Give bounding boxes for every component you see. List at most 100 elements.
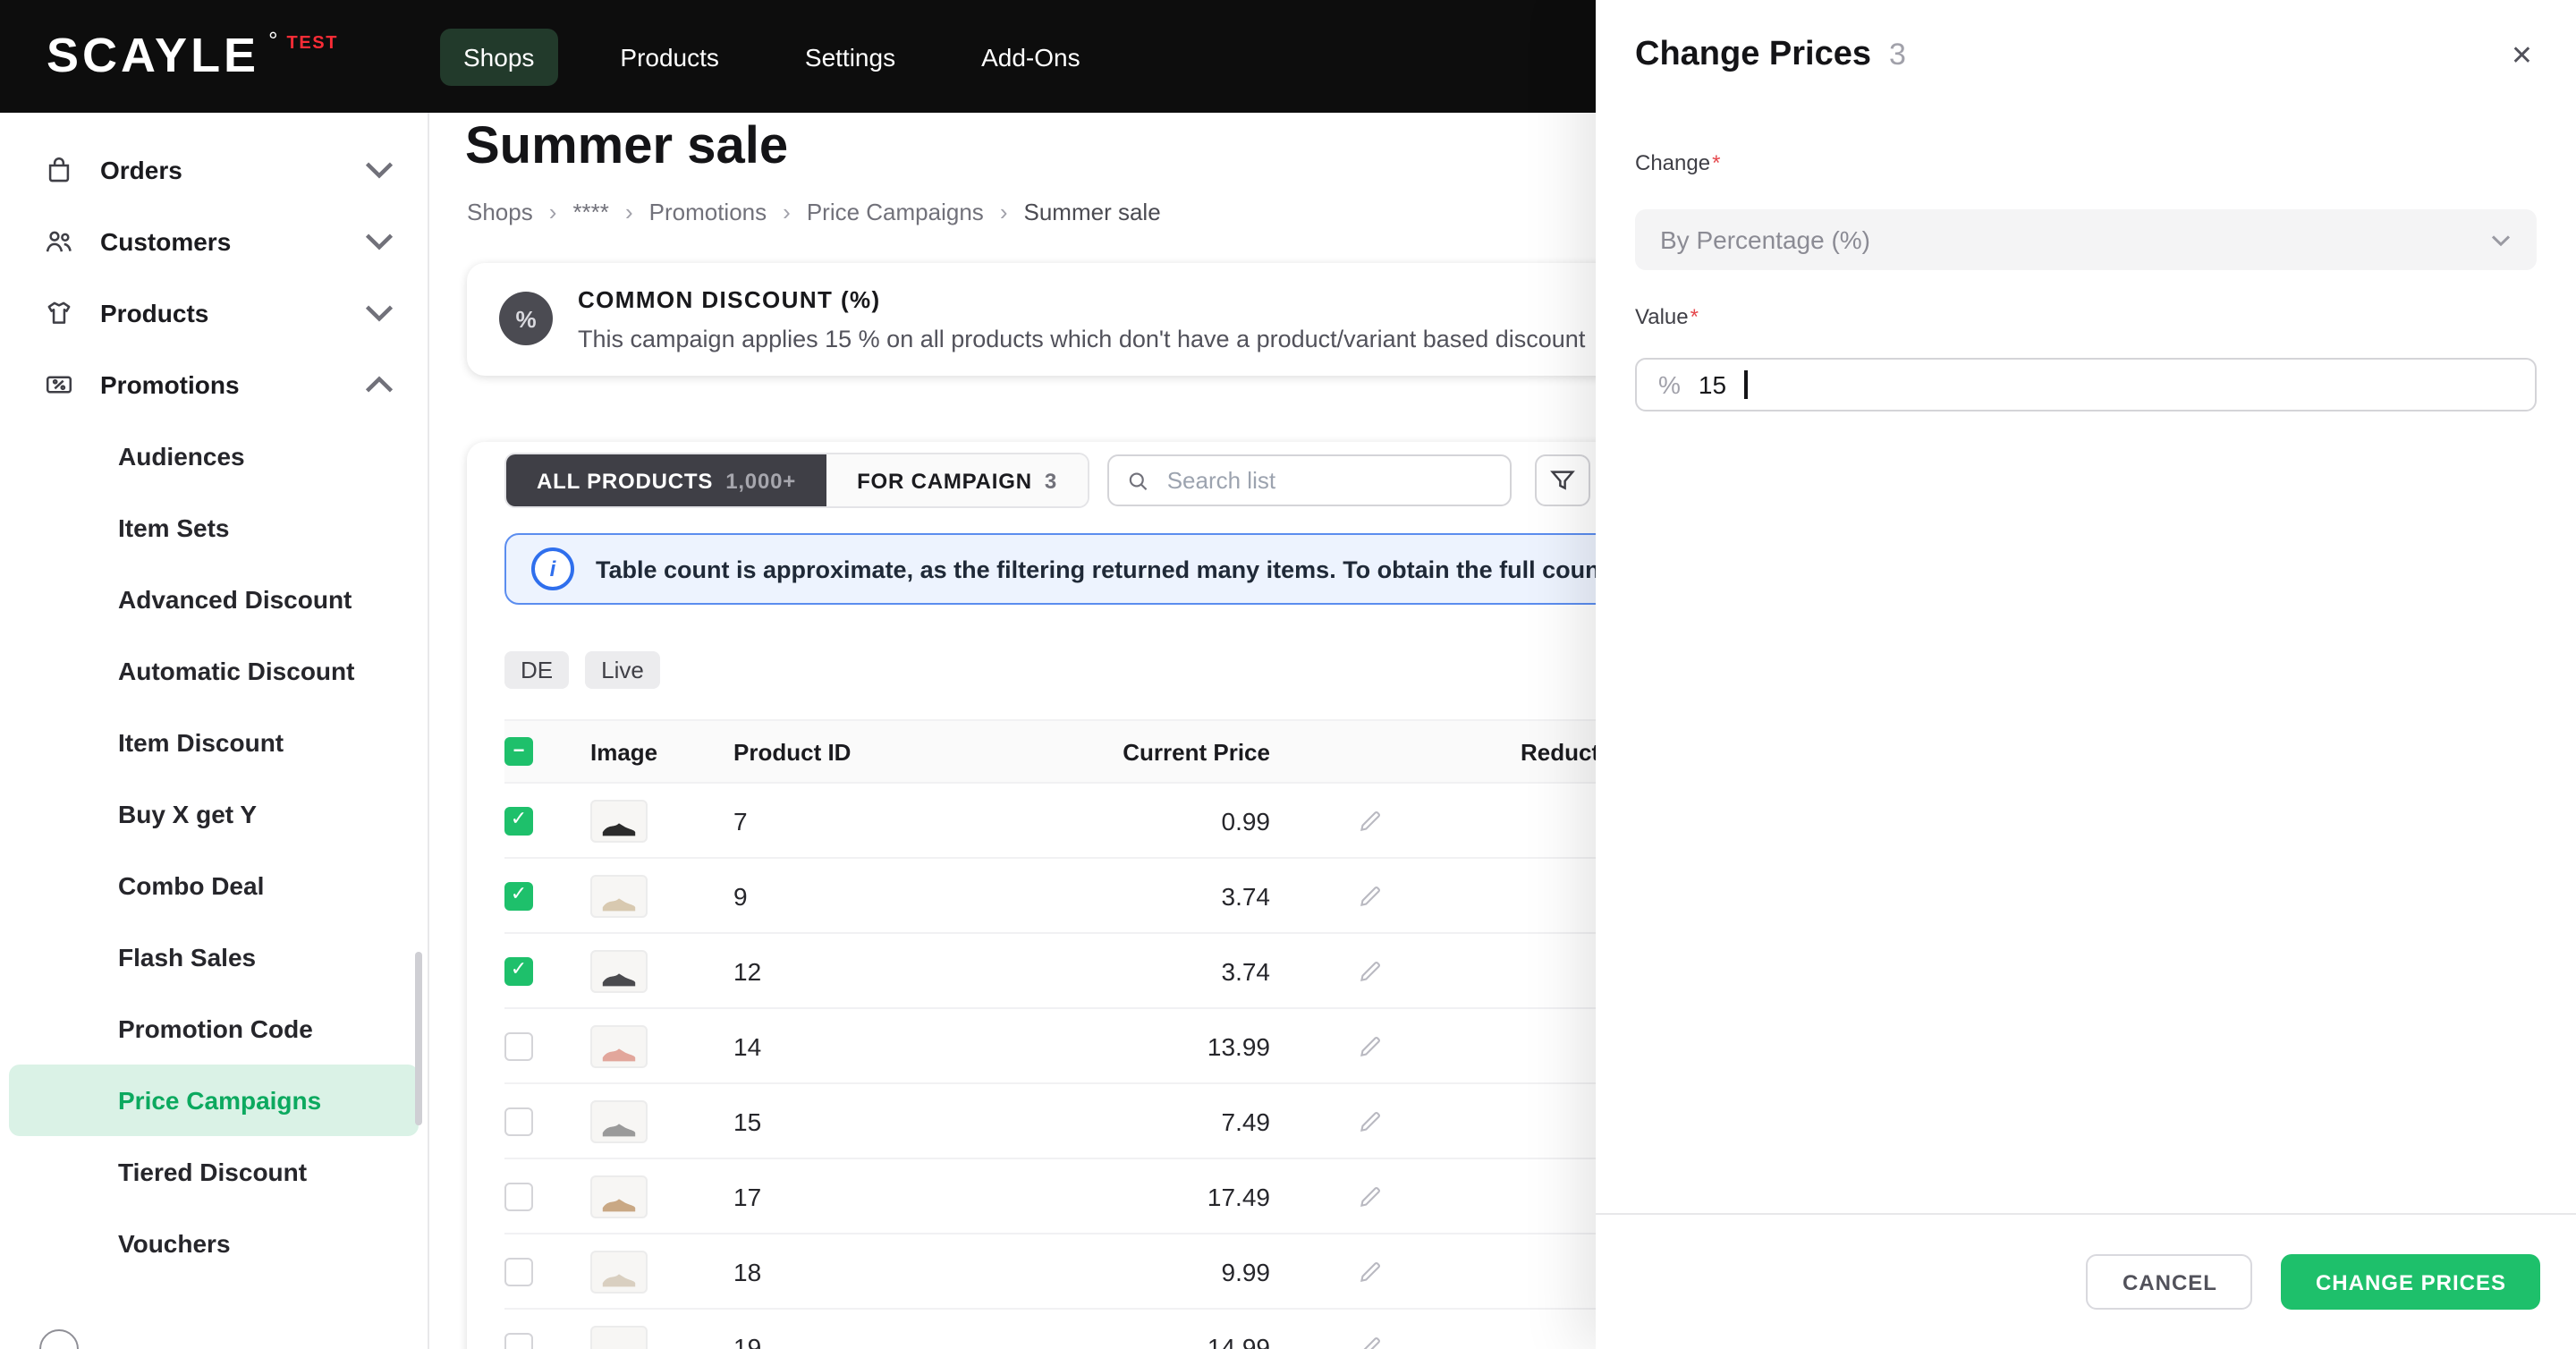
tab-all-products[interactable]: ALL PRODUCTS 1,000+ <box>506 454 827 506</box>
promotions-icon <box>46 376 72 394</box>
chevron-down-icon <box>2491 234 2511 246</box>
edit-price-icon[interactable] <box>1277 1033 1463 1058</box>
breadcrumb-price-campaigns[interactable]: Price Campaigns <box>807 198 984 225</box>
value-field-label: Value * <box>1635 304 2537 329</box>
sidebar-item-vouchers[interactable]: Vouchers <box>0 1208 428 1279</box>
row-checkbox[interactable] <box>504 1257 533 1285</box>
main-content: Summer sale Shops › **** › Promotions › … <box>429 113 1789 1349</box>
edit-price-icon[interactable] <box>1277 883 1463 908</box>
edit-price-icon[interactable] <box>1277 808 1463 833</box>
percent-icon: % <box>1658 370 1681 399</box>
row-checkbox[interactable] <box>504 1182 533 1210</box>
edit-price-icon[interactable] <box>1277 958 1463 983</box>
product-image <box>590 799 648 842</box>
chip-country[interactable]: DE <box>504 651 570 689</box>
table-row: ✓ 9 3.74 <box>504 859 1757 934</box>
topnav-settings[interactable]: Settings <box>782 28 919 85</box>
row-checkbox[interactable]: ✓ <box>504 956 533 985</box>
value-input[interactable]: % 15 <box>1635 358 2537 411</box>
sidebar-item-advanced-discount[interactable]: Advanced Discount <box>0 564 428 635</box>
text-caret <box>1744 370 1748 399</box>
table-row: ✓ 7 0.99 <box>504 784 1757 859</box>
topnav-shops[interactable]: Shops <box>440 28 558 85</box>
chip-live[interactable]: Live <box>585 651 660 689</box>
breadcrumb: Shops › **** › Promotions › Price Campai… <box>467 197 1789 225</box>
table-row: 19 14.99 <box>504 1310 1757 1349</box>
sidebar: Orders Customers Products Promotions Aud… <box>0 113 429 1349</box>
sidebar-item-flash-sales[interactable]: Flash Sales <box>0 921 428 993</box>
products-table-card: ALL PRODUCTS 1,000+ FOR CAMPAIGN 3 Searc… <box>467 442 1757 1349</box>
edit-price-icon[interactable] <box>1277 1259 1463 1284</box>
sidebar-item-orders[interactable]: Orders <box>0 134 428 206</box>
sidebar-item-tiered-discount[interactable]: Tiered Discount <box>0 1136 428 1208</box>
shoe-thumbnail-icon <box>597 815 640 840</box>
current-price: 9.99 <box>1221 1257 1271 1285</box>
product-image <box>590 1250 648 1293</box>
row-checkbox[interactable] <box>504 1332 533 1349</box>
row-checkbox[interactable] <box>504 1031 533 1060</box>
sidebar-item-combo-deal[interactable]: Combo Deal <box>0 850 428 921</box>
table-row: 18 9.99 <box>504 1234 1757 1310</box>
cancel-button[interactable]: CANCEL <box>2086 1254 2253 1310</box>
shoe-thumbnail-icon <box>597 1266 640 1291</box>
row-checkbox[interactable]: ✓ <box>504 806 533 835</box>
panel-selected-count: 3 <box>1889 38 1906 72</box>
shoe-thumbnail-icon <box>597 965 640 990</box>
sidebar-item-item-sets[interactable]: Item Sets <box>0 492 428 564</box>
breadcrumb-shops[interactable]: Shops <box>467 198 533 225</box>
table-header-row: − Image Product ID Current Price Reducti… <box>504 719 1757 784</box>
panel-header: Change Prices 3 ✕ <box>1596 0 2576 100</box>
tab-for-campaign[interactable]: FOR CAMPAIGN 3 <box>826 454 1089 506</box>
search-box <box>1107 454 1513 506</box>
chevron-down-icon <box>363 154 395 186</box>
sidebar-item-item-discount[interactable]: Item Discount <box>0 707 428 778</box>
env-badge: TEST <box>286 34 339 54</box>
sidebar-item-promotion-code[interactable]: Promotion Code <box>0 993 428 1065</box>
customers-icon <box>46 231 72 252</box>
change-type-select[interactable]: By Percentage (%) <box>1635 209 2537 270</box>
table-count-banner: i Table count is approximate, as the fil… <box>504 533 1685 605</box>
tab-count: 1,000+ <box>725 468 797 493</box>
select-all-checkbox[interactable]: − <box>504 737 533 766</box>
column-header-image: Image <box>590 738 658 765</box>
breadcrumb-promotions[interactable]: Promotions <box>649 198 767 225</box>
row-checkbox[interactable]: ✓ <box>504 881 533 910</box>
top-navigation: Shops Products Settings Add-Ons <box>440 28 1104 85</box>
current-price: 7.49 <box>1221 1107 1271 1135</box>
product-id: 9 <box>733 881 748 910</box>
edit-price-icon[interactable] <box>1277 1184 1463 1209</box>
sidebar-item-promotions[interactable]: Promotions <box>0 349 428 420</box>
search-input[interactable] <box>1163 465 1493 496</box>
product-id: 17 <box>733 1182 762 1210</box>
breadcrumb-shop-name[interactable]: **** <box>572 198 609 225</box>
sidebar-item-automatic-discount[interactable]: Automatic Discount <box>0 635 428 707</box>
search-icon <box>1129 471 1148 490</box>
breadcrumb-separator-icon: › <box>783 198 791 225</box>
table-tabs: ALL PRODUCTS 1,000+ FOR CAMPAIGN 3 <box>504 453 1090 508</box>
topnav-addons[interactable]: Add-Ons <box>958 28 1104 85</box>
edit-price-icon[interactable] <box>1277 1334 1463 1349</box>
filter-button[interactable] <box>1535 454 1591 506</box>
sidebar-item-audiences[interactable]: Audiences <box>0 420 428 492</box>
sidebar-item-products[interactable]: Products <box>0 277 428 349</box>
sidebar-item-label: Promotions <box>100 370 240 399</box>
close-icon[interactable]: ✕ <box>2511 42 2533 69</box>
product-id: 15 <box>733 1107 762 1135</box>
sidebar-item-price-campaigns[interactable]: Price Campaigns <box>9 1065 419 1136</box>
sidebar-scrollbar[interactable] <box>415 952 422 1125</box>
discount-card-title: COMMON DISCOUNT (%) <box>578 286 881 313</box>
brand-logo[interactable]: SCAYLE ° TEST <box>0 29 429 81</box>
row-checkbox[interactable] <box>504 1107 533 1135</box>
topnav-products[interactable]: Products <box>597 28 742 85</box>
change-prices-button[interactable]: CHANGE PRICES <box>2281 1254 2540 1310</box>
help-icon[interactable] <box>39 1329 79 1349</box>
panel-footer: CANCEL CHANGE PRICES <box>1596 1213 2576 1349</box>
sidebar-item-customers[interactable]: Customers <box>0 206 428 277</box>
current-price: 14.99 <box>1207 1332 1270 1349</box>
column-header-product-id: Product ID <box>733 738 852 765</box>
chevron-down-icon <box>363 297 395 329</box>
breadcrumb-separator-icon: › <box>548 198 557 225</box>
product-image <box>590 949 648 992</box>
sidebar-item-buy-x-get-y[interactable]: Buy X get Y <box>0 778 428 850</box>
edit-price-icon[interactable] <box>1277 1108 1463 1133</box>
